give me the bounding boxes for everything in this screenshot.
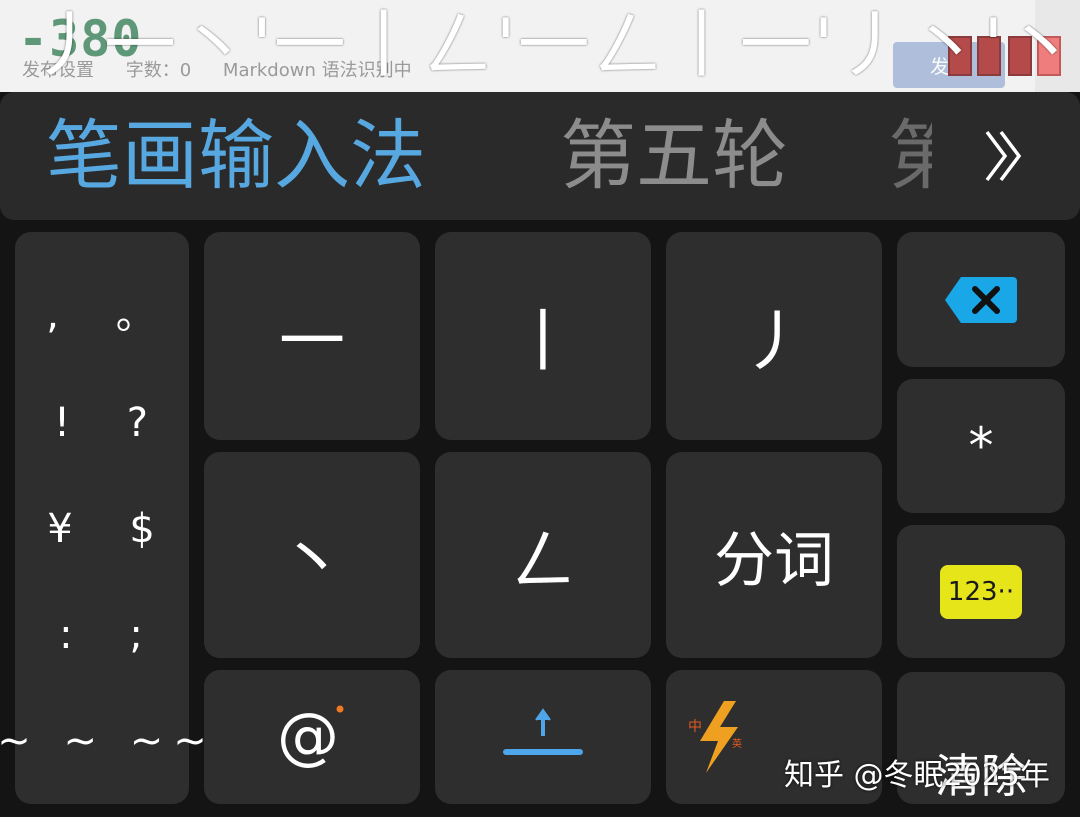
stroke-dian-label: 丶 bbox=[279, 522, 345, 599]
stroke-pie-label: 丿 bbox=[741, 303, 807, 380]
expand-candidates-button[interactable] bbox=[970, 92, 1040, 220]
stroke-key-heng[interactable]: 一 bbox=[204, 232, 420, 440]
watermark: 知乎 @冬眠2025年 bbox=[784, 758, 1050, 793]
stroke-heng-label: 一 bbox=[279, 303, 345, 380]
svg-text:@: @ bbox=[277, 699, 339, 772]
svg-text:中: 中 bbox=[688, 719, 702, 735]
candidate-bar: 笔画输入法 第五轮 第 bbox=[0, 92, 1080, 220]
upload-key[interactable] bbox=[435, 670, 651, 804]
symbol-list[interactable]: , 。 ! ? ¥ $ : ; ~ ~ ~~ bbox=[0, 232, 207, 804]
upload-icon bbox=[503, 708, 583, 755]
backspace-icon bbox=[945, 276, 1017, 323]
symbol-row[interactable]: ! ? bbox=[34, 400, 170, 446]
star-key[interactable]: * bbox=[897, 379, 1065, 513]
symbol-row[interactable]: : ; bbox=[39, 612, 165, 658]
stroke-key-pie[interactable]: 丿 bbox=[666, 232, 882, 440]
numbers-badge: 123·· bbox=[940, 564, 1022, 619]
numbers-key[interactable]: 123·· bbox=[897, 525, 1065, 658]
at-icon: @ bbox=[277, 699, 344, 772]
backspace-key[interactable] bbox=[897, 232, 1065, 367]
stroke-shu-label: 丨 bbox=[510, 303, 576, 380]
stroke-key-zhe[interactable]: ㄥ bbox=[435, 452, 651, 658]
symbol-row[interactable]: , 。 bbox=[26, 282, 177, 340]
star-label: * bbox=[968, 417, 994, 475]
stroke-key-dian[interactable]: 丶 bbox=[204, 452, 420, 658]
segment-key[interactable]: 分词 bbox=[666, 452, 882, 658]
at-key[interactable]: @ bbox=[204, 670, 420, 804]
segment-label: 分词 bbox=[714, 525, 834, 596]
double-chevron-right-icon bbox=[985, 130, 1022, 182]
candidate-secondary[interactable]: 第五轮 bbox=[560, 92, 788, 220]
symbol-row[interactable]: ¥ $ bbox=[27, 506, 177, 552]
symbol-row[interactable]: ~ ~ ~~ bbox=[0, 718, 217, 764]
svg-text:英: 英 bbox=[732, 737, 742, 750]
language-switch-icon: 中 英 bbox=[688, 701, 742, 773]
candidate-primary[interactable]: 笔画输入法 bbox=[46, 92, 426, 220]
stroke-key-shu[interactable]: 丨 bbox=[435, 232, 651, 440]
candidate-partial[interactable]: 第 bbox=[888, 92, 932, 220]
composition-strokes: 丿一丶'一丨ㄥ'一ㄥ丨一'丿丶'丶 bbox=[30, 3, 1080, 87]
stroke-zhe-label: ㄥ bbox=[510, 522, 576, 599]
